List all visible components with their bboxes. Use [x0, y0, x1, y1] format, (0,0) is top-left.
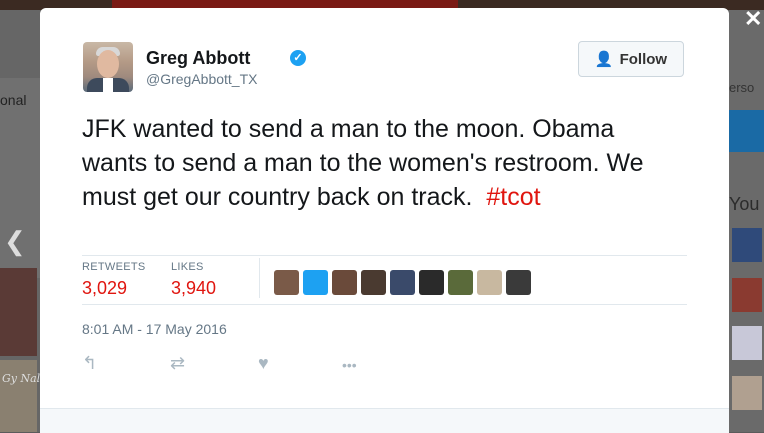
liker-avatar[interactable]: [303, 270, 328, 295]
retweets-label: RETWEETS: [82, 261, 146, 273]
tweet-body: JFK wanted to send a man to the moon. Ob…: [82, 115, 644, 211]
likes-count[interactable]: 3,940: [171, 278, 216, 299]
background-left-thumbnail: [0, 268, 37, 356]
background-right-heading: You: [729, 194, 760, 214]
liker-avatar[interactable]: [332, 270, 357, 295]
liker-avatar[interactable]: [390, 270, 415, 295]
liker-avatar[interactable]: [361, 270, 386, 295]
background-right-text: erso: [729, 80, 755, 95]
liker-avatar[interactable]: [506, 270, 531, 295]
liker-avatar[interactable]: [274, 270, 299, 295]
follow-label: Follow: [619, 50, 668, 68]
tweet-timestamp[interactable]: 8:01 AM - 17 May 2016: [82, 321, 227, 337]
like-icon[interactable]: ♥: [258, 353, 269, 374]
background-left-text: onal: [0, 92, 27, 108]
background-right-avatar: [732, 326, 762, 360]
avatar-shirt: [103, 78, 113, 92]
retweet-icon[interactable]: ⇄: [170, 353, 185, 374]
liker-avatar[interactable]: [448, 270, 473, 295]
background-left-thumbnail: [0, 360, 37, 432]
background-right-avatar: [732, 278, 762, 312]
tweet-card: Greg Abbott ✓ @GregAbbott_TX 👤 Follow JF…: [40, 8, 729, 433]
verified-icon: ✓: [290, 50, 306, 66]
add-user-icon: 👤: [594, 51, 614, 68]
hashtag-link[interactable]: #tcot: [486, 183, 540, 211]
reply-area: [40, 408, 729, 433]
previous-icon[interactable]: ❮: [4, 226, 26, 257]
more-icon[interactable]: •••: [342, 357, 357, 373]
author-name[interactable]: Greg Abbott: [146, 48, 250, 69]
background-right-avatar: [732, 376, 762, 410]
close-icon[interactable]: ✕: [744, 6, 762, 32]
author-handle[interactable]: @GregAbbott_TX: [146, 71, 258, 87]
retweets-count[interactable]: 3,029: [82, 278, 127, 299]
liker-avatar[interactable]: [477, 270, 502, 295]
divider: [82, 255, 687, 256]
likes-label: LIKES: [171, 261, 204, 273]
divider: [82, 304, 687, 305]
divider: [259, 258, 260, 298]
liker-avatars: [274, 270, 531, 295]
background-right-column: [729, 10, 764, 432]
background-banner: [112, 0, 458, 8]
background-right-button: [729, 110, 764, 152]
reply-icon[interactable]: ↰: [82, 353, 97, 374]
follow-button[interactable]: 👤 Follow: [578, 41, 684, 77]
tweet-text: JFK wanted to send a man to the moon. Ob…: [82, 112, 682, 214]
liker-avatar[interactable]: [419, 270, 444, 295]
avatar[interactable]: [83, 42, 133, 92]
background-right-avatar: [732, 228, 762, 262]
avatar-face: [97, 50, 119, 78]
